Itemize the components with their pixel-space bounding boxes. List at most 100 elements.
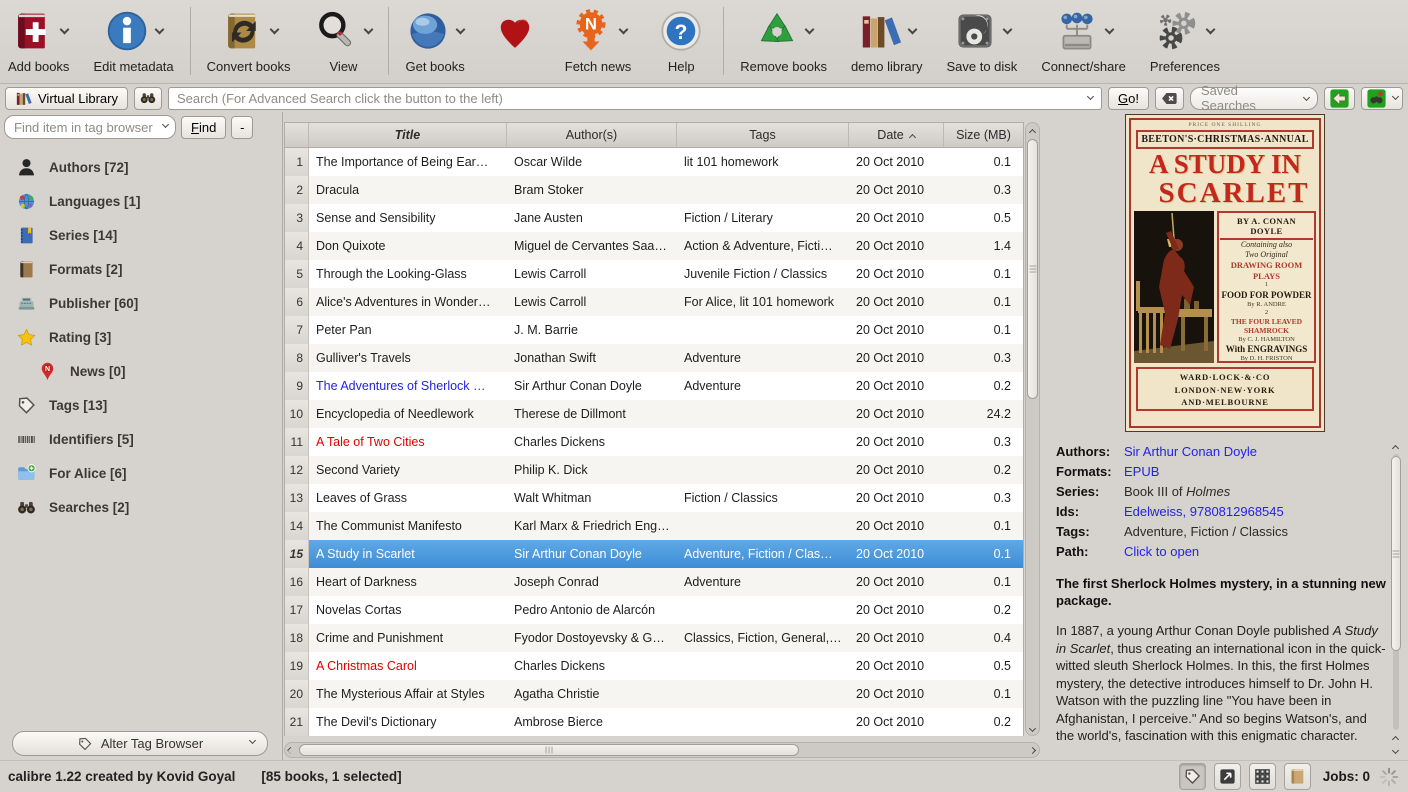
details-scroll-thumb[interactable] — [1391, 456, 1401, 651]
toolbar-dropdown-icon[interactable] — [456, 25, 466, 35]
sidebar-item-publisher[interactable]: Publisher [60] — [0, 286, 282, 320]
table-row[interactable]: 6Alice's Adventures in Wonder…Lewis Carr… — [285, 288, 1023, 316]
toggle-cover-browser-button[interactable] — [1214, 763, 1241, 790]
column-header-author-s[interactable]: Author(s) — [507, 123, 677, 147]
toggle-book-details-button[interactable] — [1284, 763, 1311, 790]
search-go-button[interactable]: Go! — [1108, 87, 1149, 110]
advanced-search-button[interactable] — [134, 87, 162, 110]
sidebar-item-languages[interactable]: Languages [1] — [0, 184, 282, 218]
table-row[interactable]: 18Crime and PunishmentFyodor Dostoyevsky… — [285, 624, 1023, 652]
sidebar-item-authors[interactable]: Authors [72] — [0, 150, 282, 184]
saved-searches-arrow-icon — [1303, 93, 1310, 100]
column-header-date[interactable]: Date — [849, 123, 944, 147]
table-row[interactable]: 15A Study in ScarletSir Arthur Conan Doy… — [285, 540, 1023, 568]
toolbar-remove-books[interactable]: Remove books — [740, 4, 827, 74]
sidebar-item-searches[interactable]: Searches [2] — [0, 490, 282, 524]
toolbar-connect-share[interactable]: Connect/share — [1041, 4, 1126, 74]
table-row[interactable]: 3Sense and SensibilityJane AustenFiction… — [285, 204, 1023, 232]
find-button[interactable]: Find — [181, 116, 226, 139]
table-row[interactable]: 19A Christmas CarolCharles Dickens20 Oct… — [285, 652, 1023, 680]
toolbar-dropdown-icon[interactable] — [804, 25, 814, 35]
alter-tag-browser-button[interactable]: Alter Tag Browser — [12, 731, 268, 756]
jobs-spinner-icon[interactable] — [1378, 766, 1400, 788]
toolbar-dropdown-icon[interactable] — [1104, 25, 1114, 35]
toolbar-demo-library[interactable]: demo library — [851, 4, 923, 74]
sidebar-item-tags[interactable]: Tags [13] — [0, 388, 282, 422]
clear-search-button[interactable] — [1155, 87, 1184, 110]
sidebar-item-rating[interactable]: Rating [3] — [0, 320, 282, 354]
table-row[interactable]: 16Heart of DarknessJoseph ConradAdventur… — [285, 568, 1023, 596]
horizontal-scroll-thumb[interactable] — [299, 744, 799, 756]
toggle-cover-grid-button[interactable] — [1249, 763, 1276, 790]
detail-value[interactable]: EPUB — [1124, 462, 1159, 482]
tag-browser-find-input[interactable] — [4, 115, 176, 139]
table-row[interactable]: 5Through the Looking-GlassLewis CarrollJ… — [285, 260, 1023, 288]
formats-icon — [16, 259, 37, 280]
table-row[interactable]: 17Novelas CortasPedro Antonio de Alarcón… — [285, 596, 1023, 624]
scroll-right-icon[interactable] — [1029, 747, 1036, 754]
table-row[interactable]: 2DraculaBram Stoker20 Oct 20100.3 — [285, 176, 1023, 204]
book-list-vertical-scrollbar[interactable] — [1025, 122, 1040, 736]
jobs-label[interactable]: Jobs: 0 — [1323, 769, 1370, 784]
column-header-size-mb[interactable]: Size (MB) — [944, 123, 1023, 147]
toolbar-dropdown-icon[interactable] — [1002, 25, 1012, 35]
table-row[interactable]: 20The Mysterious Affair at StylesAgatha … — [285, 680, 1023, 708]
search-input[interactable] — [168, 87, 1102, 110]
toolbar-dropdown-icon[interactable] — [619, 25, 629, 35]
table-row[interactable]: 13Leaves of GrassWalt WhitmanFiction / C… — [285, 484, 1023, 512]
cell-title: Novelas Cortas — [309, 603, 507, 617]
toolbar-convert-books[interactable]: Convert books — [207, 4, 291, 74]
toolbar-add-books[interactable]: Add books — [8, 4, 69, 74]
toolbar-donate-button[interactable] — [489, 4, 541, 59]
toolbar-dropdown-icon[interactable] — [1205, 25, 1215, 35]
book-cover[interactable]: PRICE ONE SHILLING BEETON'S·CHRISTMAS·AN… — [1125, 114, 1325, 432]
sidebar-item-news[interactable]: NNews [0] — [0, 354, 282, 388]
save-search-button[interactable] — [1361, 87, 1403, 110]
virtual-library-button[interactable]: Virtual Library — [5, 87, 128, 110]
column-header-title[interactable]: Title — [309, 123, 507, 147]
toolbar-save-to-disk[interactable]: Save to disk — [946, 4, 1017, 74]
detail-value[interactable]: Click to open — [1124, 542, 1199, 562]
column-header-tags[interactable]: Tags — [677, 123, 849, 147]
toolbar-dropdown-icon[interactable] — [269, 25, 279, 35]
table-row[interactable]: 8Gulliver's TravelsJonathan SwiftAdventu… — [285, 344, 1023, 372]
detail-value[interactable]: Sir Arthur Conan Doyle — [1124, 442, 1257, 462]
table-row[interactable]: 21The Devil's DictionaryAmbrose Bierce20… — [285, 708, 1023, 736]
saved-searches-combo[interactable]: Saved Searches — [1190, 87, 1318, 110]
table-row[interactable]: 10Encyclopedia of NeedleworkTherese de D… — [285, 400, 1023, 428]
details-scroll-down-icon[interactable] — [1392, 747, 1399, 754]
toolbar-help[interactable]: ?Help — [655, 4, 707, 74]
table-row[interactable]: 7Peter PanJ. M. Barrie20 Oct 20100.1 — [285, 316, 1023, 344]
details-scroll-up2-icon[interactable] — [1392, 736, 1399, 743]
collapse-all-button[interactable]: - — [231, 116, 253, 139]
toolbar-preferences[interactable]: Preferences — [1150, 4, 1220, 74]
toggle-tag-browser-button[interactable] — [1179, 763, 1206, 790]
sidebar-item-series[interactable]: Series [14] — [0, 218, 282, 252]
toolbar-dropdown-icon[interactable] — [907, 25, 917, 35]
toolbar-dropdown-icon[interactable] — [364, 25, 374, 35]
toolbar-fetch-news[interactable]: NFetch news — [565, 4, 631, 74]
details-scrollbar[interactable] — [1389, 440, 1403, 756]
scroll-up-icon[interactable] — [1029, 129, 1036, 136]
copy-search-to-saved-button[interactable] — [1324, 87, 1355, 110]
table-row[interactable]: 14The Communist ManifestoKarl Marx & Fri… — [285, 512, 1023, 540]
book-list-horizontal-scrollbar[interactable] — [284, 742, 1040, 758]
sidebar-item-formats[interactable]: Formats [2] — [0, 252, 282, 286]
table-row[interactable]: 11A Tale of Two CitiesCharles Dickens20 … — [285, 428, 1023, 456]
vertical-scroll-thumb[interactable] — [1027, 139, 1038, 399]
table-row[interactable]: 1The Importance of Being Ear…Oscar Wilde… — [285, 148, 1023, 176]
toolbar-view[interactable]: View — [314, 4, 372, 74]
table-row[interactable]: 12Second VarietyPhilip K. Dick20 Oct 201… — [285, 456, 1023, 484]
scroll-down-icon[interactable] — [1029, 725, 1036, 732]
table-row[interactable]: 4Don QuixoteMiguel de Cervantes Saa…Acti… — [285, 232, 1023, 260]
detail-value[interactable]: Edelweiss, 9780812968545 — [1124, 502, 1284, 522]
toolbar-edit-metadata[interactable]: Edit metadata — [93, 4, 173, 74]
sidebar-item-for-alice[interactable]: For Alice [6] — [0, 456, 282, 490]
table-row[interactable]: 9The Adventures of Sherlock …Sir Arthur … — [285, 372, 1023, 400]
sidebar-item-identifiers[interactable]: Identifiers [5] — [0, 422, 282, 456]
details-scroll-up-icon[interactable] — [1392, 445, 1399, 452]
toolbar-get-books[interactable]: Get books — [405, 4, 464, 74]
toolbar-dropdown-icon[interactable] — [59, 25, 69, 35]
toolbar-dropdown-icon[interactable] — [154, 25, 164, 35]
scroll-left-icon[interactable] — [287, 747, 294, 754]
